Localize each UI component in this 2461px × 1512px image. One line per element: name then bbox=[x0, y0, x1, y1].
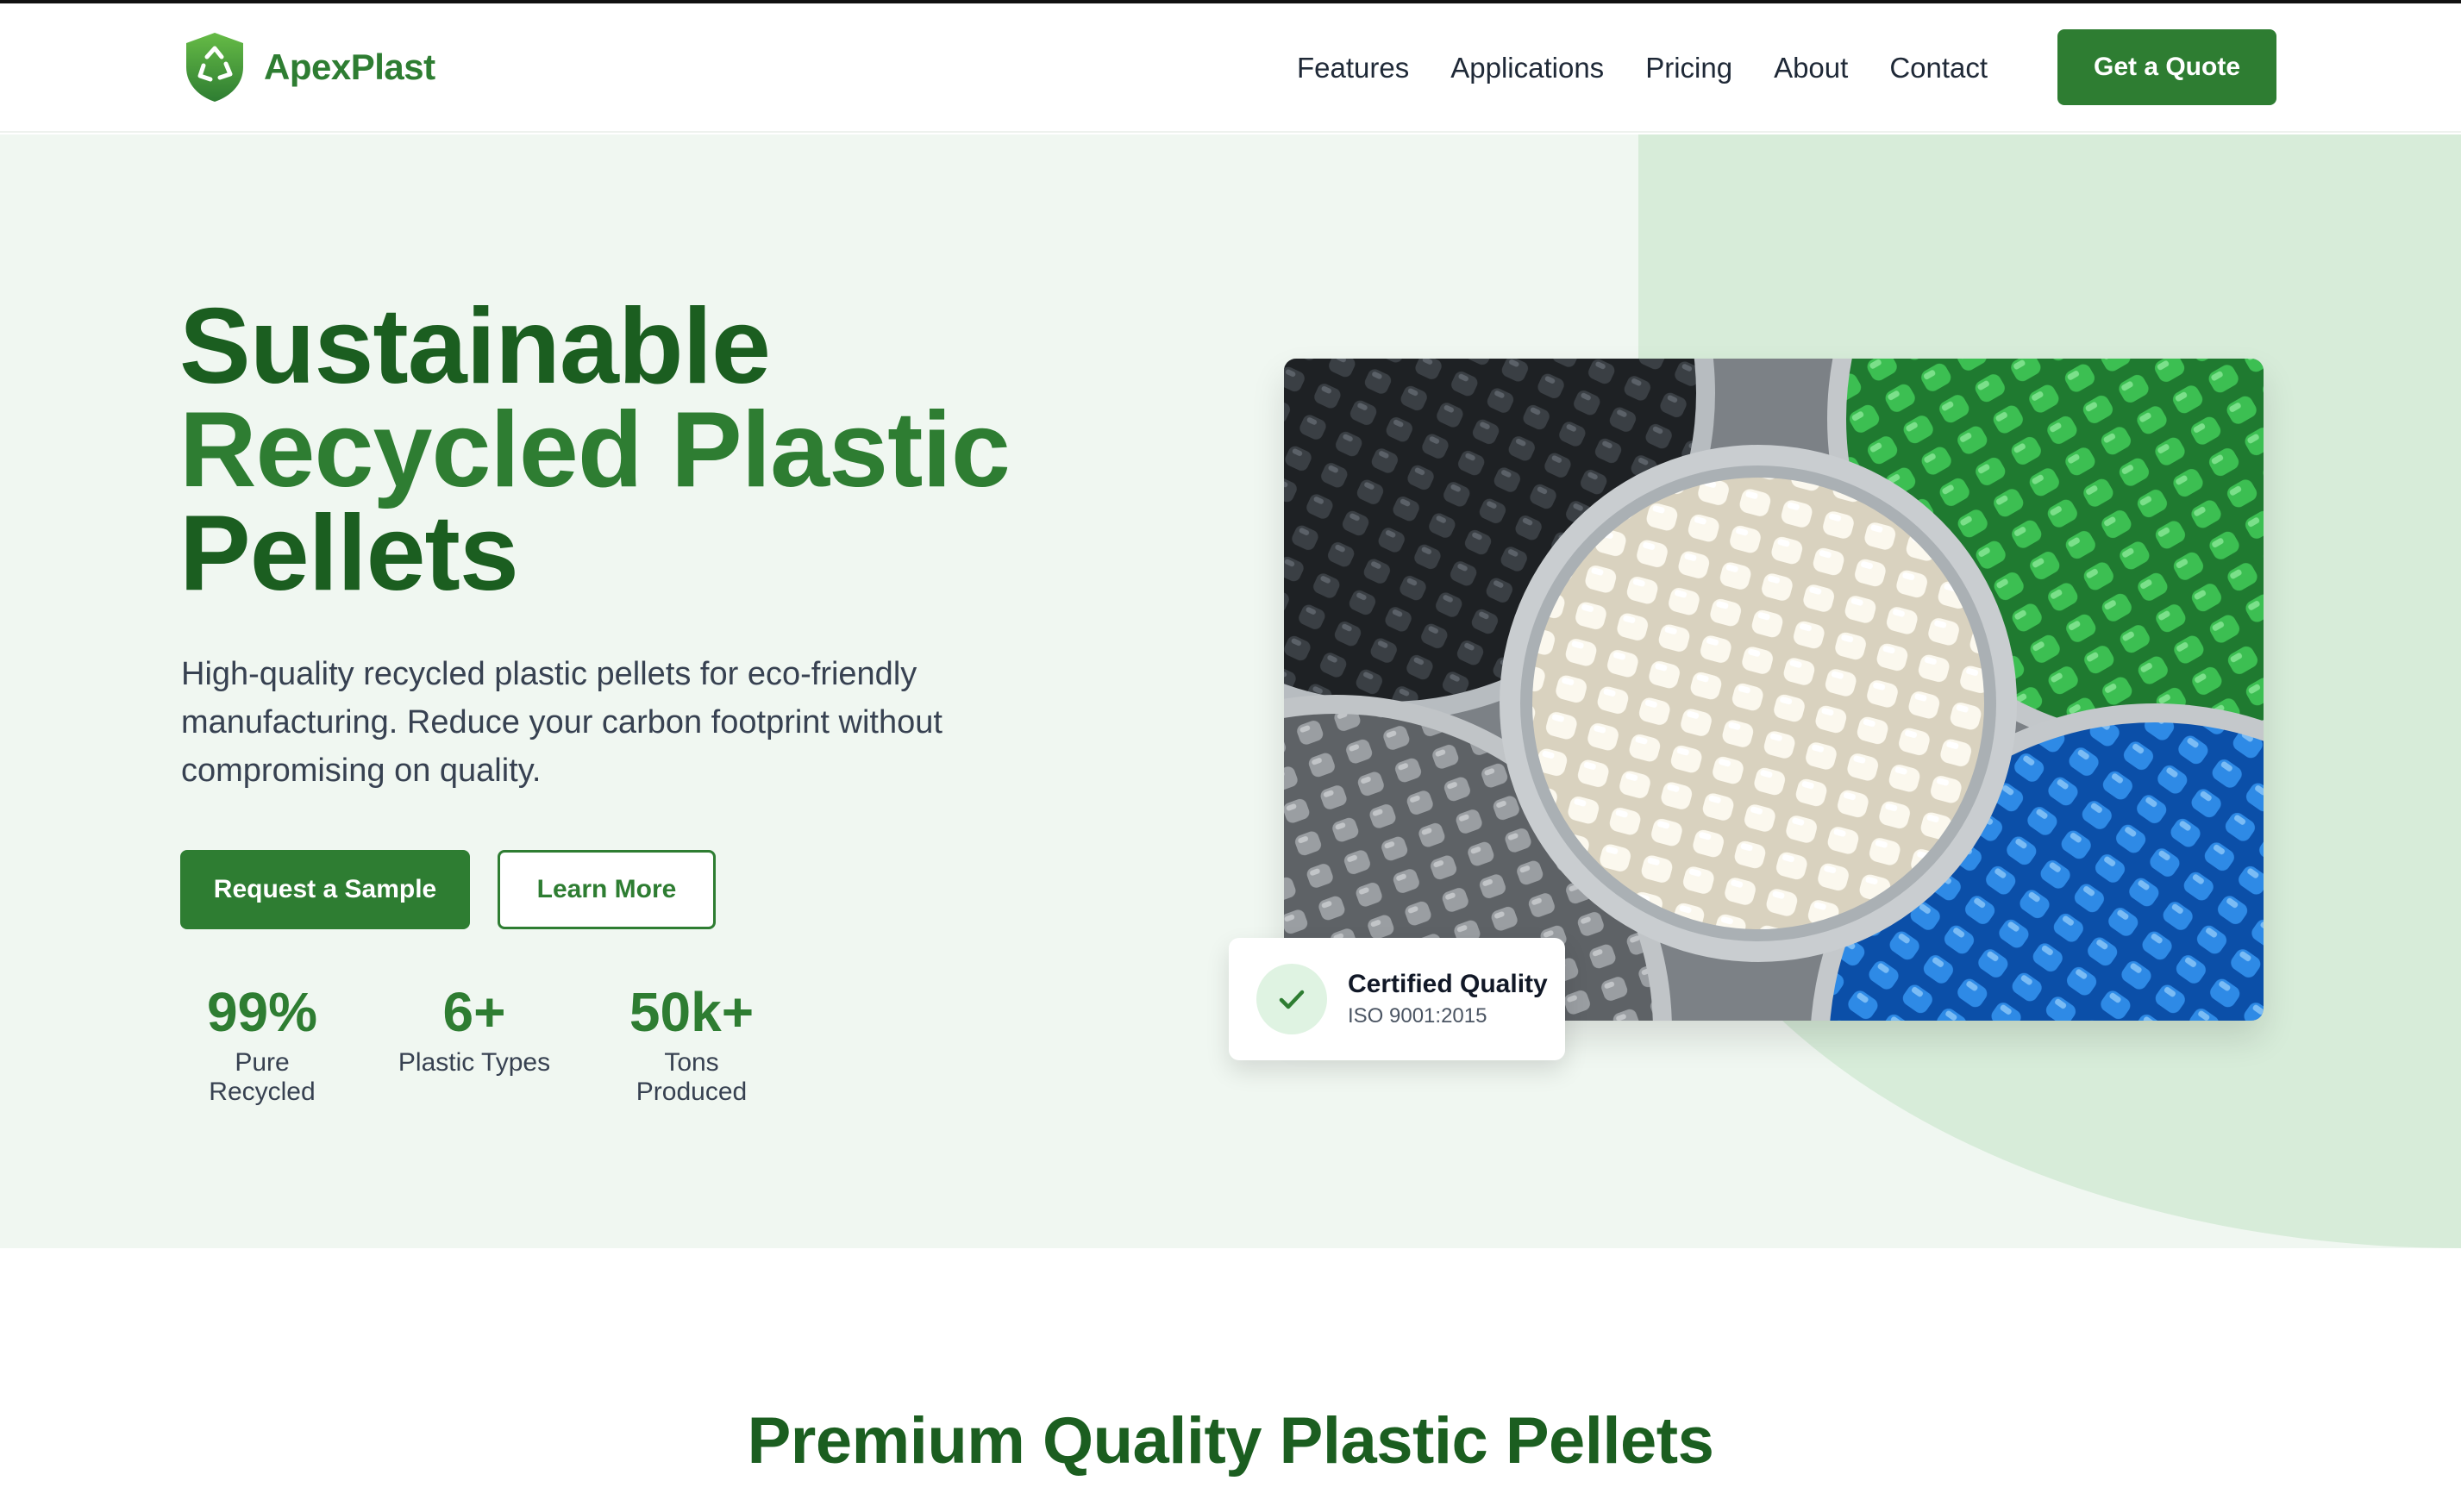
stat-label: Tons Produced bbox=[636, 1048, 748, 1106]
brand-logo[interactable]: ApexPlast bbox=[183, 31, 435, 103]
hero-product-image bbox=[1284, 359, 2264, 1021]
nav-features[interactable]: Features bbox=[1297, 49, 1409, 87]
badge-icon-circle bbox=[1256, 964, 1327, 1034]
stat-pure-recycled: 99% Pure Recycled bbox=[180, 981, 344, 1107]
main-nav: Features Applications Pricing About Cont… bbox=[1297, 49, 1988, 87]
nav-contact[interactable]: Contact bbox=[1889, 49, 1988, 87]
headline-line-1: Sustainable bbox=[179, 287, 771, 406]
plastic-pellets-illustration bbox=[1284, 359, 2264, 1021]
hero-section: Sustainable Recycled Plastic Pellets Hig… bbox=[0, 134, 2461, 1248]
nav-about[interactable]: About bbox=[1774, 49, 1848, 87]
stat-plastic-types: 6+ Plastic Types bbox=[397, 981, 552, 1078]
stat-value: 50k+ bbox=[629, 981, 755, 1043]
recycle-shield-icon bbox=[186, 33, 243, 102]
certified-quality-badge: Certified Quality ISO 9001:2015 bbox=[1229, 938, 1565, 1060]
badge-subtitle: ISO 9001:2015 bbox=[1348, 1004, 1487, 1028]
hero-headline: Sustainable Recycled Plastic Pellets bbox=[179, 287, 1011, 613]
headline-line-2: Recycled Plastic bbox=[179, 390, 1011, 509]
stat-label: Plastic Types bbox=[398, 1048, 551, 1077]
hero-subtitle: High-quality recycled plastic pellets fo… bbox=[181, 656, 942, 789]
stat-value: 99% bbox=[206, 981, 318, 1043]
learn-more-button[interactable]: Learn More bbox=[498, 850, 716, 929]
section-title: Premium Quality Plastic Pellets bbox=[747, 1404, 1714, 1478]
get-quote-button[interactable]: Get a Quote bbox=[2057, 29, 2276, 105]
badge-text: Certified Quality ISO 9001:2015 bbox=[1348, 970, 1548, 1028]
stat-tons-produced: 50k+ Tons Produced bbox=[605, 981, 778, 1107]
headline-line-3: Pellets bbox=[179, 494, 519, 613]
stat-label: Pure Recycled bbox=[209, 1048, 316, 1106]
request-sample-button[interactable]: Request a Sample bbox=[180, 850, 470, 929]
stat-value: 6+ bbox=[442, 981, 506, 1043]
nav-applications[interactable]: Applications bbox=[1450, 49, 1604, 87]
badge-title: Certified Quality bbox=[1348, 970, 1548, 998]
nav-pricing[interactable]: Pricing bbox=[1645, 49, 1732, 87]
brand-name: ApexPlast bbox=[264, 47, 435, 87]
site-header: ApexPlast Features Applications Pricing … bbox=[0, 3, 2461, 133]
check-icon bbox=[1279, 990, 1305, 1009]
